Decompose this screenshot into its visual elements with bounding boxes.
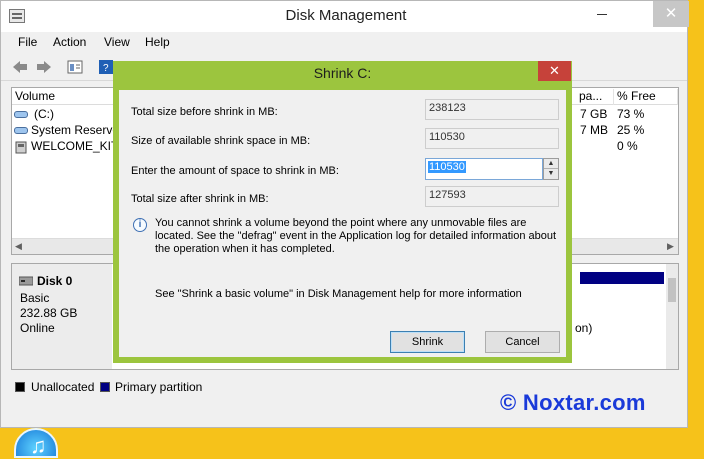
shrink-amount-value: 110530 <box>428 161 466 173</box>
disk-name: Disk 0 <box>37 274 73 288</box>
column-free-space[interactable]: pa... <box>576 89 614 105</box>
primary-partition-bar[interactable] <box>580 272 664 284</box>
dialog-title: Shrink C: <box>313 65 372 81</box>
amount-spinner[interactable]: ▲ ▼ <box>543 158 559 180</box>
disk-type: Basic <box>20 291 50 305</box>
title-bar: Disk Management ✕ <box>1 1 689 32</box>
available-space-value: 110530 <box>425 128 559 149</box>
forward-arrow-icon[interactable] <box>36 60 52 74</box>
minimize-button[interactable] <box>585 1 619 27</box>
spin-up-icon[interactable]: ▲ <box>544 159 558 169</box>
volume-free: 7 MB <box>580 123 609 137</box>
column-volume[interactable]: Volume <box>12 89 114 105</box>
drive-icon <box>14 127 28 134</box>
label-available-space: Size of available shrink space in MB: <box>131 135 311 147</box>
disk-0-label[interactable]: Disk 0 Basic 232.88 GB Online <box>12 264 112 369</box>
usb-drive-icon <box>15 141 27 154</box>
label-total-before: Total size before shrink in MB: <box>131 106 278 118</box>
volume-name: WELCOME_KIT_ <box>31 139 126 153</box>
menu-bar: File Action View Help <box>1 32 687 53</box>
shrink-amount-input[interactable]: 110530 <box>425 158 543 180</box>
volume-free: 7 GB <box>580 107 608 121</box>
cancel-button[interactable]: Cancel <box>485 331 560 353</box>
watermark: © Noxtar.com <box>500 390 646 415</box>
scroll-thumb[interactable] <box>668 278 676 302</box>
scroll-left-icon[interactable]: ◀ <box>15 241 22 252</box>
volume-name: System Reserve <box>31 123 120 137</box>
window-close-button[interactable]: ✕ <box>653 1 689 27</box>
legend-swatch-primary <box>100 382 110 392</box>
shrink-button[interactable]: Shrink <box>390 331 465 353</box>
disk-icon <box>19 276 33 286</box>
shrink-help-text: See "Shrink a basic volume" in Disk Mana… <box>155 288 522 300</box>
legend-label-unallocated: Unallocated <box>31 380 95 394</box>
back-arrow-icon[interactable] <box>12 60 28 74</box>
properties-icon[interactable] <box>67 60 83 74</box>
spin-down-icon[interactable]: ▼ <box>544 169 558 179</box>
volume-pct-free: 25 % <box>617 123 645 137</box>
disk-status: Online <box>20 321 55 335</box>
label-total-after: Total size after shrink in MB: <box>131 193 269 205</box>
legend-label-primary: Primary partition <box>115 380 203 394</box>
menu-help[interactable]: Help <box>145 35 170 49</box>
label-amount-to-shrink: Enter the amount of space to shrink in M… <box>131 165 339 177</box>
volume-pct-free: 0 % <box>617 139 638 153</box>
svg-text:?: ? <box>103 63 109 74</box>
maximize-button[interactable] <box>619 1 653 27</box>
scroll-right-icon[interactable]: ▶ <box>667 241 674 252</box>
volume-name: (C:) <box>34 107 54 121</box>
menu-view[interactable]: View <box>104 35 130 49</box>
disk-map-vscrollbar[interactable] <box>666 264 678 369</box>
help-icon[interactable]: ? <box>98 60 114 74</box>
volume-pct-free: 73 % <box>617 107 645 121</box>
shrink-dialog: Shrink C: ✕ Total size before shrink in … <box>113 61 572 363</box>
info-icon: i <box>133 218 147 232</box>
total-after-value: 127593 <box>425 186 559 207</box>
shrink-info-text: You cannot shrink a volume beyond the po… <box>155 217 557 255</box>
drive-icon <box>14 111 28 118</box>
disk-size: 232.88 GB <box>20 306 78 320</box>
total-before-value: 238123 <box>425 99 559 120</box>
column-percent-free[interactable]: % Free <box>614 89 678 105</box>
partition-note: on) <box>575 321 593 335</box>
menu-action[interactable]: Action <box>53 35 86 49</box>
dialog-body: Total size before shrink in MB: 238123 S… <box>119 90 566 357</box>
dialog-close-button[interactable]: ✕ <box>538 61 571 81</box>
menu-file[interactable]: File <box>18 35 37 49</box>
legend-swatch-unallocated <box>15 382 25 392</box>
itunes-icon[interactable]: ♫ <box>14 428 58 458</box>
